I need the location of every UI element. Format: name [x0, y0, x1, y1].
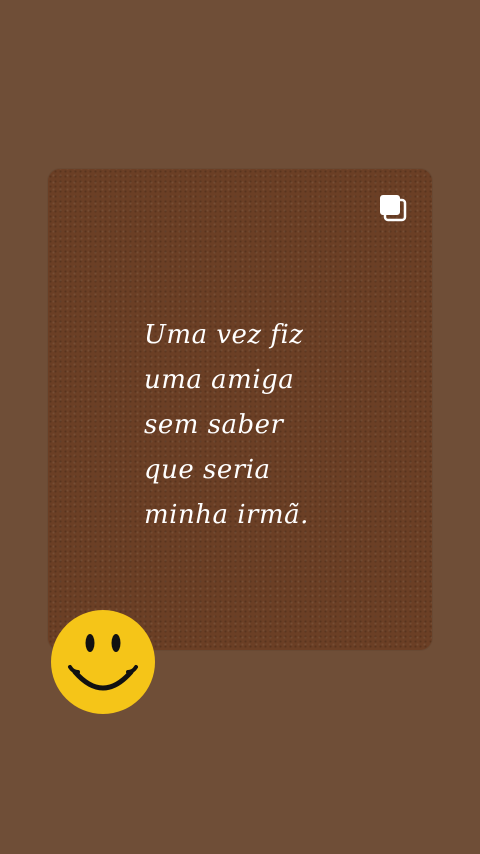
quote-line: que seria	[144, 455, 271, 486]
quote-text: Uma vez fiz uma amiga sem saber que seri…	[144, 313, 309, 538]
quote-card[interactable]: Uma vez fiz uma amiga sem saber que seri…	[48, 169, 432, 650]
multiple-images-icon	[380, 195, 407, 222]
quote-line: Uma vez fiz	[144, 320, 304, 351]
smiley-face-icon	[51, 610, 155, 714]
quote-line: uma amiga	[144, 365, 295, 396]
quote-line: sem saber	[144, 410, 284, 441]
quote-line: minha irmã.	[144, 500, 309, 531]
